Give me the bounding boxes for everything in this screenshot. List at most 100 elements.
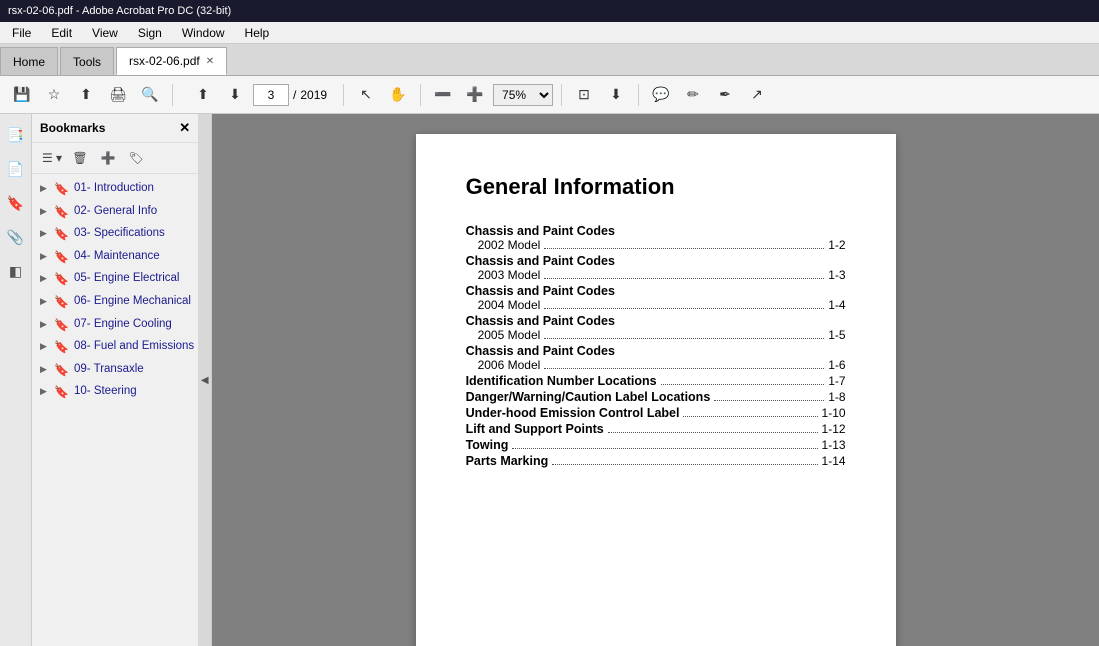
bookmark-item-02[interactable]: ▶ 🔖 02- General Info — [32, 201, 198, 224]
menu-window[interactable]: Window — [174, 24, 233, 42]
zoom-out-button[interactable]: ➖ — [429, 81, 457, 109]
upload-button[interactable]: ⬆ — [72, 81, 100, 109]
bookmark-icon-05: 🔖 — [54, 272, 70, 288]
toc-sub-1[interactable]: 2003 Model 1-3 — [466, 268, 846, 282]
tab-home-label: Home — [13, 55, 45, 69]
toc-sub-2[interactable]: 2004 Model 1-4 — [466, 298, 846, 312]
bookmark-toggle-06[interactable]: ▶ — [40, 296, 54, 308]
bookmark-item-01[interactable]: ▶ 🔖 01- Introduction — [32, 178, 198, 201]
bookmarks-close-icon[interactable]: ✕ — [179, 120, 190, 136]
bm-options-button[interactable]: ☰ ▾ — [40, 147, 64, 169]
bookmark-icon-09: 🔖 — [54, 363, 70, 379]
bookmark-item-04[interactable]: ▶ 🔖 04- Maintenance — [32, 246, 198, 269]
toc-entry-3: Chassis and Paint Codes 2005 Model 1-5 — [466, 314, 846, 342]
bookmark-icon-07: 🔖 — [54, 318, 70, 334]
toc-entry-1: Chassis and Paint Codes 2003 Model 1-3 — [466, 254, 846, 282]
toc-title-2[interactable]: Chassis and Paint Codes — [466, 284, 846, 298]
bookmark-toggle-08[interactable]: ▶ — [40, 341, 54, 353]
toc-title-1[interactable]: Chassis and Paint Codes — [466, 254, 846, 268]
tab-pdf[interactable]: rsx-02-06.pdf ✕ — [116, 47, 227, 75]
bookmark-toggle-03[interactable]: ▶ — [40, 228, 54, 240]
save-button[interactable]: 💾 — [8, 81, 36, 109]
toc-entry-6[interactable]: Danger/Warning/Caution Label Locations 1… — [466, 390, 846, 404]
sidebar-toggle[interactable]: ◀ — [198, 114, 212, 646]
bookmark-icon-08: 🔖 — [54, 340, 70, 356]
bookmark-add-button[interactable]: ☆ — [40, 81, 68, 109]
bm-new-button[interactable]: ➕ — [96, 147, 120, 169]
toc-entry-4: Chassis and Paint Codes 2006 Model 1-6 — [466, 344, 846, 372]
menu-view[interactable]: View — [84, 24, 126, 42]
bookmark-label-09: 09- Transaxle — [74, 362, 194, 377]
bm-delete-button[interactable]: 🗑 — [68, 147, 92, 169]
bookmarks-title: Bookmarks — [40, 121, 105, 135]
menu-edit[interactable]: Edit — [43, 24, 80, 42]
panel-icon-bookmarks[interactable]: 📑 — [3, 122, 29, 148]
bookmark-icon-10: 🔖 — [54, 385, 70, 401]
bookmark-toggle-07[interactable]: ▶ — [40, 319, 54, 331]
toc-sub-4[interactable]: 2006 Model 1-6 — [466, 358, 846, 372]
bookmark-label-01: 01- Introduction — [74, 181, 194, 196]
bookmark-label-07: 07- Engine Cooling — [74, 317, 194, 332]
bookmark-item-05[interactable]: ▶ 🔖 05- Engine Electrical — [32, 268, 198, 291]
toc-sub-0[interactable]: 2002 Model 1-2 — [466, 238, 846, 252]
pdf-heading: General Information — [466, 174, 846, 200]
cursor-tool-button[interactable]: ↖ — [352, 81, 380, 109]
fit-page-button[interactable]: ⊡ — [570, 81, 598, 109]
title-text: rsx-02-06.pdf - Adobe Acrobat Pro DC (32… — [8, 5, 231, 17]
bookmark-item-08[interactable]: ▶ 🔖 08- Fuel and Emissions — [32, 336, 198, 359]
page-input[interactable] — [253, 84, 289, 106]
toc-entry-8[interactable]: Lift and Support Points 1-12 — [466, 422, 846, 436]
tab-pdf-label: rsx-02-06.pdf — [129, 54, 200, 68]
toc-entry-7[interactable]: Under-hood Emission Control Label 1-10 — [466, 406, 846, 420]
panel-icon-bookmarks2[interactable]: 🔖 — [3, 190, 29, 216]
tab-home[interactable]: Home — [0, 47, 58, 75]
bookmark-item-03[interactable]: ▶ 🔖 03- Specifications — [32, 223, 198, 246]
panel-icon-pages[interactable]: 📄 — [3, 156, 29, 182]
bookmark-toggle-09[interactable]: ▶ — [40, 364, 54, 376]
bookmark-item-07[interactable]: ▶ 🔖 07- Engine Cooling — [32, 314, 198, 337]
zoom-select[interactable]: 75% 50% 100% 125% 150% — [493, 84, 553, 106]
bookmark-toggle-10[interactable]: ▶ — [40, 386, 54, 398]
zoom-in-button[interactable]: ➕ — [461, 81, 489, 109]
tab-close-icon[interactable]: ✕ — [206, 56, 214, 67]
toc-title-0[interactable]: Chassis and Paint Codes — [466, 224, 846, 238]
toc-entry-10[interactable]: Parts Marking 1-14 — [466, 454, 846, 468]
next-page-button[interactable]: ⬇ — [221, 81, 249, 109]
print-button[interactable]: 🖨 — [104, 81, 132, 109]
bookmark-toggle-04[interactable]: ▶ — [40, 251, 54, 263]
bookmarks-toolbar: ☰ ▾ 🗑 ➕ 🏷 — [32, 143, 198, 174]
bookmark-item-09[interactable]: ▶ 🔖 09- Transaxle — [32, 359, 198, 382]
separator-5 — [638, 84, 639, 106]
separator-1 — [172, 84, 173, 106]
menu-help[interactable]: Help — [237, 24, 278, 42]
menu-file[interactable]: File — [4, 24, 39, 42]
bm-tag-button[interactable]: 🏷 — [124, 147, 148, 169]
bookmark-icon-06: 🔖 — [54, 295, 70, 311]
tab-tools-label: Tools — [73, 55, 101, 69]
panel-icon-layers[interactable]: ◧ — [3, 258, 29, 284]
hand-tool-button[interactable]: ✋ — [384, 81, 412, 109]
bookmark-item-10[interactable]: ▶ 🔖 10- Steering — [32, 381, 198, 404]
toc-entry-5[interactable]: Identification Number Locations 1-7 — [466, 374, 846, 388]
toc-title-3[interactable]: Chassis and Paint Codes — [466, 314, 846, 328]
search-button[interactable]: 🔍 — [136, 81, 164, 109]
bookmark-toggle-05[interactable]: ▶ — [40, 273, 54, 285]
bookmark-toggle-01[interactable]: ▶ — [40, 183, 54, 195]
comment-button[interactable]: 💬 — [647, 81, 675, 109]
prev-page-button[interactable]: ⬆ — [189, 81, 217, 109]
panel-icon-attachments[interactable]: 📎 — [3, 224, 29, 250]
toc-sub-3[interactable]: 2005 Model 1-5 — [466, 328, 846, 342]
bookmark-toggle-02[interactable]: ▶ — [40, 206, 54, 218]
toc-title-4[interactable]: Chassis and Paint Codes — [466, 344, 846, 358]
highlight-button[interactable]: ✏ — [679, 81, 707, 109]
share-button[interactable]: ↗ — [743, 81, 771, 109]
menu-sign[interactable]: Sign — [130, 24, 170, 42]
bookmark-label-10: 10- Steering — [74, 384, 194, 399]
sign-button[interactable]: ✒ — [711, 81, 739, 109]
bookmark-item-06[interactable]: ▶ 🔖 06- Engine Mechanical — [32, 291, 198, 314]
download-button[interactable]: ⬇ — [602, 81, 630, 109]
toc-entry-9[interactable]: Towing 1-13 — [466, 438, 846, 452]
tab-tools[interactable]: Tools — [60, 47, 114, 75]
separator-4 — [561, 84, 562, 106]
tab-bar: Home Tools rsx-02-06.pdf ✕ — [0, 44, 1099, 76]
